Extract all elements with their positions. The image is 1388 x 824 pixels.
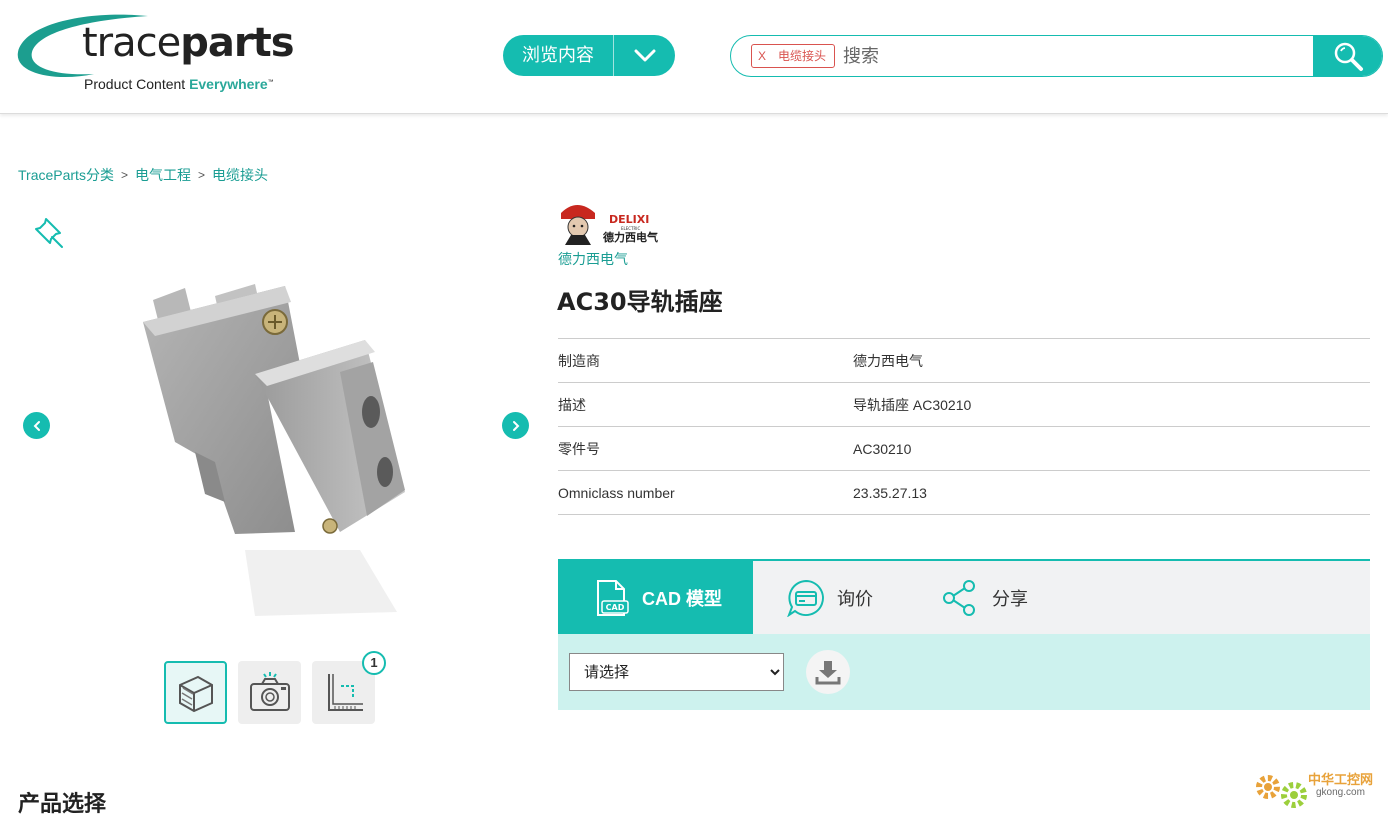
camera-icon (249, 671, 290, 711)
product-title: AC30导轨插座 (557, 288, 723, 316)
browse-content-button[interactable]: 浏览内容 (503, 35, 675, 76)
delixi-brand-logo[interactable]: DELIXI ELECTRIC 德力西电气 (557, 199, 667, 245)
spec-row: 零件号 AC30210 (558, 427, 1370, 471)
tab-request-quote[interactable]: 询价 (753, 561, 908, 634)
dimension-drawing-icon (327, 673, 363, 711)
download-button[interactable] (806, 650, 850, 694)
breadcrumb-separator: > (120, 168, 128, 182)
share-icon (943, 579, 975, 616)
brand-name-link[interactable]: 德力西电气 (558, 249, 628, 269)
download-icon (815, 661, 841, 685)
cad-file-icon: CAD (597, 579, 629, 616)
logo-tagline: Product Content Everywhere™ (84, 76, 274, 92)
gear-icon (1256, 775, 1307, 808)
site-header: traceparts Product Content Everywhere™ 浏… (0, 0, 1388, 114)
brand-logo-text-top: DELIXI (609, 213, 649, 226)
spec-row: Omniclass number 23.35.27.13 (558, 471, 1370, 515)
tab-cad-model-label: CAD 模型 (642, 588, 722, 609)
search-input[interactable] (843, 36, 1303, 76)
watermark-url: gkong.com (1316, 787, 1365, 798)
product-3d-model[interactable] (135, 282, 415, 618)
tab-request-quote-label: 询价 (837, 588, 873, 609)
drawing-thumbnail[interactable]: 1 (312, 651, 386, 724)
view-thumbnails: 1 (164, 651, 386, 724)
breadcrumb-link-root[interactable]: TraceParts分类 (18, 165, 114, 185)
spec-key: 描述 (558, 396, 586, 413)
search-filter-tag[interactable]: X 电缆接头 (751, 44, 836, 68)
spec-key: 零件号 (558, 440, 600, 457)
cad-format-select[interactable]: 请选择 (569, 653, 784, 691)
magnifier-icon (1334, 42, 1363, 71)
logo-wordmark: traceparts (82, 20, 295, 66)
product-selection-heading: 产品选择 (18, 791, 107, 816)
action-tabs: CAD CAD 模型 询价 分享 (558, 559, 1370, 634)
drawing-count-badge: 1 (362, 651, 386, 675)
chevron-down-icon[interactable] (614, 35, 675, 76)
spec-value: 德力西电气 (853, 352, 923, 369)
spec-row: 制造商 德力西电气 (558, 339, 1370, 383)
next-image-button[interactable] (502, 412, 529, 439)
spec-value: AC30210 (853, 440, 912, 457)
spec-key: 制造商 (558, 352, 600, 369)
breadcrumb-link-electrical[interactable]: 电气工程 (135, 165, 191, 185)
3d-model-icon (178, 675, 213, 712)
breadcrumb: TraceParts分类 > 电气工程 > 电缆接头 (18, 165, 268, 185)
filter-remove-icon[interactable]: X (758, 45, 766, 67)
tab-share-label: 分享 (992, 588, 1028, 609)
traceparts-logo[interactable]: traceparts Product Content Everywhere™ (16, 14, 295, 98)
tab-share[interactable]: 分享 (908, 561, 1028, 634)
spec-value: 导轨插座 AC30210 (853, 396, 972, 413)
tab-cad-model[interactable]: CAD CAD 模型 (558, 561, 753, 634)
spec-table: 制造商 德力西电气 描述 导轨插座 AC30210 零件号 AC30210 Om… (558, 338, 1370, 515)
search-button[interactable] (1313, 36, 1382, 76)
chevron-right-icon (512, 420, 519, 431)
cad-file-icon-text: CAD (606, 603, 625, 612)
quote-bubble-icon (787, 579, 824, 617)
download-panel: 请选择 (558, 634, 1370, 710)
pin-icon[interactable] (32, 215, 66, 254)
spec-value: 23.35.27.13 (853, 484, 927, 501)
photo-thumbnail[interactable] (238, 661, 301, 724)
chevron-left-icon (33, 420, 40, 431)
brand-logo-text-cn: 德力西电气 (602, 230, 658, 244)
watermark-title: 中华工控网 (1308, 772, 1374, 787)
browse-content-label[interactable]: 浏览内容 (503, 35, 614, 76)
breadcrumb-separator: > (197, 168, 205, 182)
breadcrumb-link-cable-connectors[interactable]: 电缆接头 (212, 165, 268, 185)
spec-row: 描述 导轨插座 AC30210 (558, 383, 1370, 427)
3d-model-thumbnail[interactable] (164, 661, 227, 724)
gkong-watermark: 中华工控网 gkong.com (1250, 763, 1380, 813)
spec-key: Omniclass number (558, 484, 675, 501)
search-filter-label: 电缆接头 (778, 49, 827, 63)
search-bar: X 电缆接头 (730, 35, 1383, 77)
previous-image-button[interactable] (23, 412, 50, 439)
